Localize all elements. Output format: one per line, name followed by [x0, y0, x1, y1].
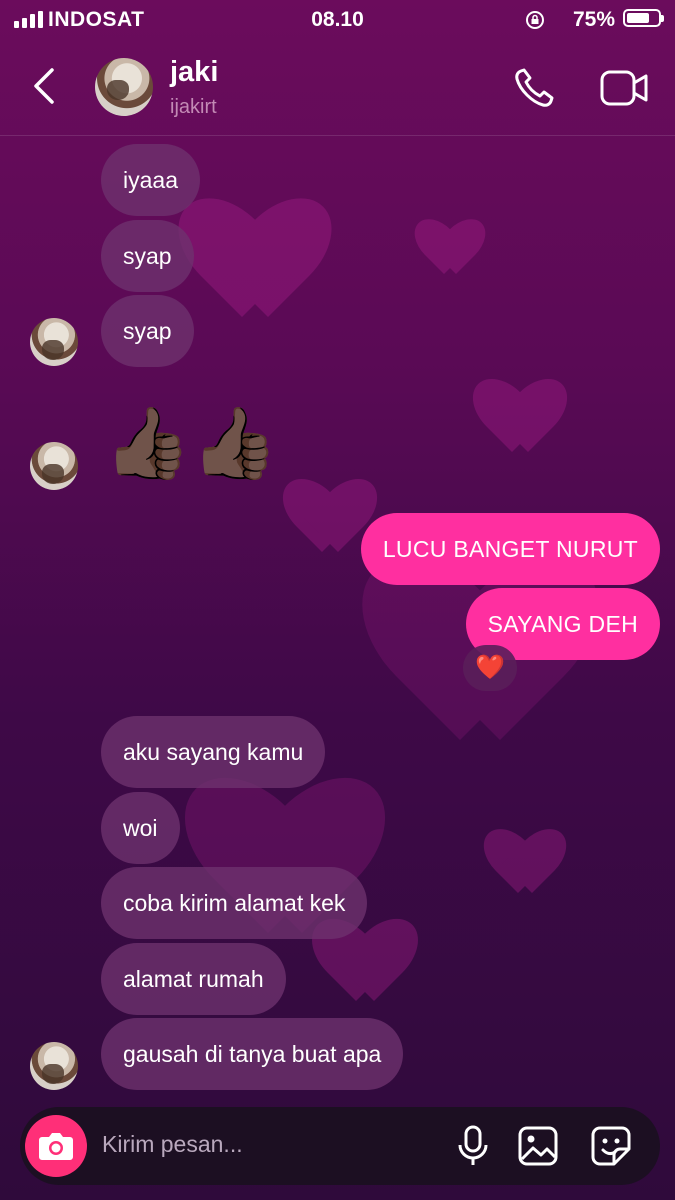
background-heart	[420, 220, 480, 280]
video-camera-icon[interactable]	[600, 68, 648, 108]
incoming-message[interactable]: syap	[101, 295, 194, 367]
contact-avatar[interactable]	[95, 58, 153, 116]
contact-username[interactable]: ijakirt	[170, 96, 217, 119]
camera-icon	[39, 1133, 73, 1160]
sender-avatar[interactable]	[30, 442, 78, 490]
background-heart	[290, 480, 370, 560]
incoming-message[interactable]: iyaaa	[101, 144, 200, 216]
battery-percentage: 75%	[572, 8, 615, 31]
background-heart	[190, 200, 320, 330]
sticker-icon[interactable]	[590, 1125, 632, 1167]
back-chevron-icon[interactable]	[30, 66, 60, 106]
sender-avatar[interactable]	[30, 318, 78, 366]
heart-reaction[interactable]: ❤️	[463, 645, 517, 691]
incoming-message[interactable]: alamat rumah	[101, 943, 286, 1015]
message-input[interactable]: Kirim pesan...	[102, 1131, 243, 1158]
incoming-message[interactable]: aku sayang kamu	[101, 716, 326, 788]
thumbs-up-emoji-message[interactable]: 👍🏿👍🏿	[104, 398, 278, 488]
incoming-message[interactable]: syap	[101, 220, 194, 292]
orientation-lock-icon	[526, 11, 544, 29]
camera-button[interactable]	[25, 1115, 87, 1177]
incoming-message[interactable]: gausah di tanya buat apa	[101, 1018, 404, 1090]
incoming-message[interactable]: coba kirim alamat kek	[101, 867, 368, 939]
phone-icon[interactable]	[512, 66, 556, 110]
message-composer: Kirim pesan...	[20, 1107, 660, 1185]
background-heart	[480, 380, 560, 460]
outgoing-message[interactable]: LUCU BANGET NURUT	[360, 513, 660, 585]
gallery-icon[interactable]	[517, 1125, 559, 1167]
status-bar: INDOSAT 08.10 75%	[0, 0, 675, 40]
sender-avatar[interactable]	[30, 1042, 78, 1090]
background-heart	[490, 830, 560, 900]
chat-header: jaki ijakirt	[0, 40, 675, 136]
microphone-icon[interactable]	[453, 1125, 493, 1167]
battery-icon	[623, 9, 664, 27]
contact-name[interactable]: jaki	[170, 56, 218, 89]
incoming-message[interactable]: woi	[101, 792, 180, 864]
